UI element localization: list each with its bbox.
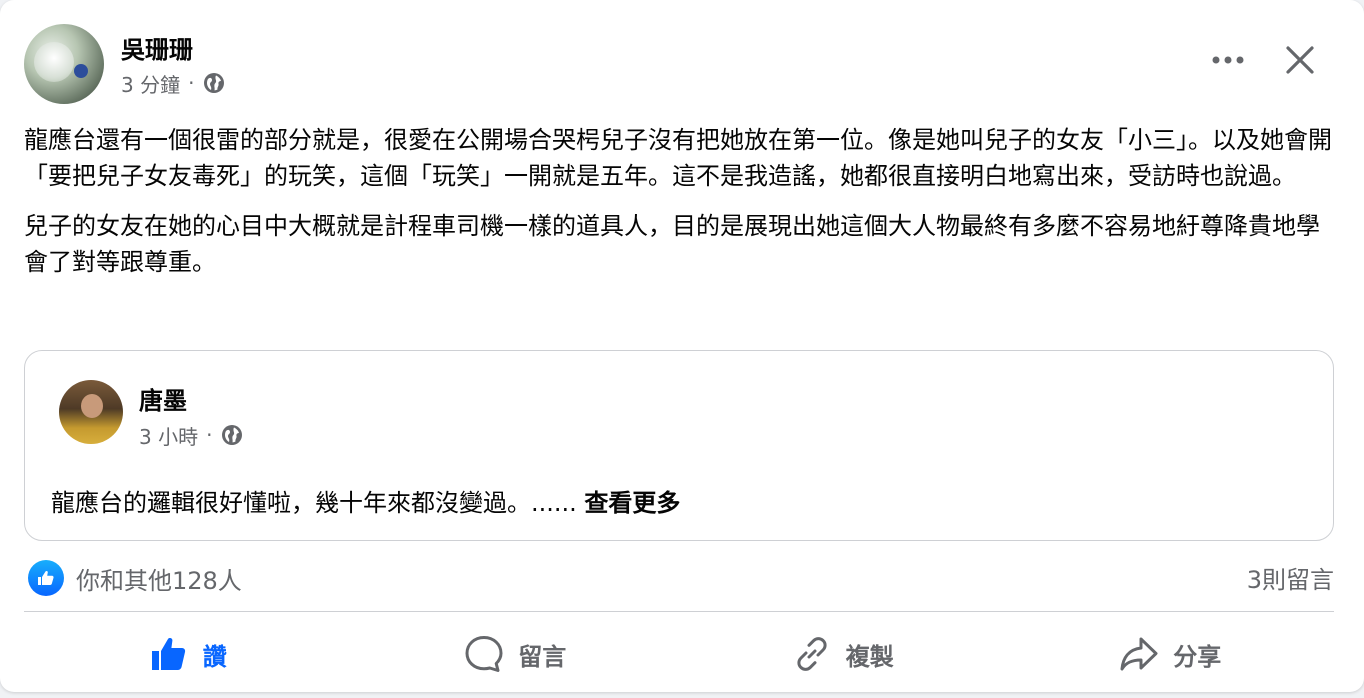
- divider: [24, 611, 1334, 612]
- share-label: 分享: [1173, 642, 1222, 671]
- reaction-summary[interactable]: 你和其他128人: [28, 558, 242, 598]
- comment-icon: [465, 636, 503, 672]
- shared-text-content: 龍應台的邏輯很好懂啦，幾十年來都沒變過。......: [51, 489, 577, 517]
- post-timestamp[interactable]: 3 分鐘: [121, 69, 180, 98]
- action-bar: 讚 留言 複製 分享: [24, 620, 1334, 688]
- meta-separator: ·: [206, 423, 213, 447]
- comment-label: 留言: [518, 642, 567, 671]
- close-icon: [1286, 46, 1314, 74]
- shared-text: 龍應台的邏輯很好懂啦，幾十年來都沒變過。...... 查看更多: [51, 483, 680, 518]
- thumbs-up-icon: [151, 638, 185, 670]
- shared-timestamp[interactable]: 3 小時: [139, 421, 198, 450]
- link-icon: [797, 637, 827, 671]
- reaction-count-text[interactable]: 你和其他128人: [76, 561, 242, 596]
- share-button[interactable]: 分享: [1007, 620, 1335, 688]
- globe-icon[interactable]: [202, 71, 226, 95]
- author-name[interactable]: 吳珊珊: [121, 30, 193, 65]
- close-button[interactable]: [1276, 38, 1324, 82]
- see-more-link[interactable]: 查看更多: [584, 489, 680, 517]
- post-paragraph: 龍應台還有一個很雷的部分就是，很愛在公開場合哭枵兒子沒有把她放在第一位。像是她叫…: [24, 126, 1332, 190]
- comment-button[interactable]: 留言: [352, 620, 680, 688]
- shared-author-avatar[interactable]: [59, 380, 123, 444]
- more-options-button[interactable]: [1206, 40, 1250, 80]
- like-label: 讚: [202, 642, 227, 671]
- post-card: 吳珊珊 3 分鐘 · 龍應台還有一個很雷的部分就是，很愛在公開場合哭枵兒子沒有把…: [0, 0, 1364, 692]
- more-dots-icon: [1212, 56, 1244, 64]
- shared-author-name[interactable]: 唐墨: [139, 381, 187, 416]
- post-paragraph: 兒子的女友在她的心目中大概就是計程車司機一樣的道具人，目的是展現出她這個大人物最…: [24, 212, 1320, 276]
- share-icon: [1120, 637, 1158, 671]
- globe-icon[interactable]: [220, 423, 244, 447]
- like-reaction-icon: [28, 560, 64, 596]
- meta-separator: ·: [188, 71, 195, 95]
- like-button[interactable]: 讚: [24, 620, 352, 688]
- copy-link-button[interactable]: 複製: [679, 620, 1007, 688]
- post-body: 龍應台還有一個很雷的部分就是，很愛在公開場合哭枵兒子沒有把她放在第一位。像是她叫…: [24, 122, 1334, 294]
- shared-post[interactable]: 唐墨 3 小時 · 龍應台的邏輯很好懂啦，幾十年來都沒變過。...... 查看更…: [24, 350, 1334, 541]
- author-avatar[interactable]: [24, 24, 104, 104]
- post-meta: 3 分鐘 ·: [121, 69, 226, 97]
- copy-label: 複製: [845, 642, 894, 671]
- comment-count[interactable]: 3則留言: [1247, 560, 1334, 595]
- shared-meta: 3 小時 ·: [139, 421, 244, 449]
